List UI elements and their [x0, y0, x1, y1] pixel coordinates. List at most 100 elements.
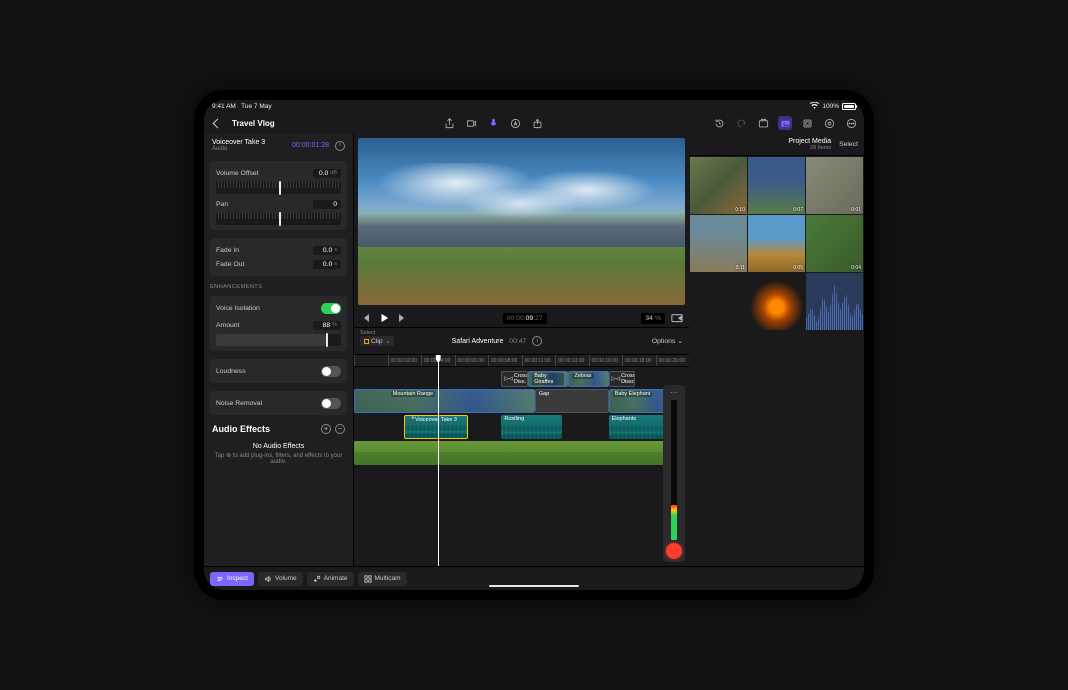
gap-clip[interactable]: Gap — [535, 389, 609, 413]
media-thumbnail[interactable]: 0:01 — [806, 157, 863, 214]
volume-slider[interactable] — [216, 182, 341, 194]
media-thumbnail[interactable] — [690, 273, 747, 330]
history-icon[interactable] — [712, 116, 726, 130]
add-effect-button[interactable]: + — [321, 424, 331, 434]
wifi-icon — [810, 102, 819, 111]
viewer-canvas[interactable] — [358, 138, 685, 305]
media-browser: Project Media 28 Items Select 0:10 0:07 … — [689, 134, 864, 566]
transport-bar: 00:00:09:27 34% — [354, 309, 689, 327]
redo-icon[interactable] — [734, 116, 748, 130]
media-thumbnail[interactable]: 0:05 — [748, 215, 805, 272]
audio-effects-header: Audio Effects + − — [204, 419, 353, 439]
media-browser-icon[interactable] — [778, 116, 792, 130]
video-clip[interactable]: Baby Giraffes — [528, 371, 568, 387]
amount-field[interactable]: 88% — [313, 321, 341, 330]
playhead[interactable] — [438, 355, 439, 566]
loudness-toggle[interactable] — [321, 366, 341, 377]
music-clip[interactable] — [354, 441, 682, 465]
transition-clip[interactable]: ▷◁Cross Dissol… — [609, 371, 636, 387]
record-panel-more-icon[interactable]: ⋯ — [670, 388, 678, 397]
video-clip[interactable]: Mountain Range — [354, 389, 535, 413]
timeline-info-icon[interactable]: i — [532, 336, 542, 346]
pan-slider[interactable] — [216, 213, 341, 225]
amount-label: Amount — [216, 322, 313, 329]
battery-pct: 100% — [822, 103, 839, 110]
timecode-display[interactable]: 00:00:09:27 — [503, 313, 547, 324]
remove-effect-button[interactable]: − — [335, 424, 345, 434]
pan-label: Pan — [216, 201, 313, 208]
content-library-icon[interactable] — [800, 116, 814, 130]
volume-offset-field[interactable]: 0.0 dB — [313, 169, 341, 178]
project-title: Travel Vlog — [232, 119, 275, 128]
prev-frame-button[interactable] — [360, 312, 372, 324]
audio-clip[interactable]: Rustling — [501, 415, 561, 439]
inspect-tab[interactable]: Inspect — [210, 572, 254, 586]
more-icon[interactable] — [844, 116, 858, 130]
soundtracks-icon[interactable] — [822, 116, 836, 130]
clip-tag[interactable]: Clip ⌄ — [360, 336, 394, 346]
multicam-tab[interactable]: Multicam — [358, 572, 407, 586]
clip-type: Audio — [212, 146, 265, 152]
timeline-ruler[interactable]: 00:00:02:0000:00:04:0000:00:06:0000:00:0… — [354, 355, 689, 367]
info-icon[interactable]: i — [335, 141, 345, 151]
fade-in-field[interactable]: 0.0s — [313, 246, 341, 255]
home-indicator[interactable] — [489, 585, 579, 588]
zoom-field[interactable]: 34% — [641, 313, 665, 324]
volume-tab[interactable]: Volume — [258, 572, 303, 586]
video-clip[interactable]: Zebras — [568, 371, 608, 387]
inspector-header: Voiceover Take 3 Audio 00:00:01:28 i — [204, 134, 353, 157]
export-icon[interactable] — [530, 116, 544, 130]
back-button[interactable] — [210, 116, 224, 130]
pan-field[interactable]: 0 — [313, 200, 341, 209]
media-thumbnail[interactable]: 0:10 — [690, 157, 747, 214]
track-voiceover[interactable]: 🎤Voiceover Take 3 Rustling Elephants — [354, 415, 689, 439]
media-thumbnail[interactable]: 0:11 — [690, 215, 747, 272]
clip-icon — [364, 339, 369, 344]
noise-removal-toggle[interactable] — [321, 398, 341, 409]
fade-section: Fade In 0.0s Fade Out 0.0s — [210, 238, 347, 276]
volume-offset-label: Volume Offset — [216, 170, 313, 177]
track-music[interactable] — [354, 441, 689, 465]
track-primary[interactable]: Mountain Range Gap Baby Elephant — [354, 389, 689, 413]
animate-tab[interactable]: Animate — [307, 572, 354, 586]
voice-isolation-toggle[interactable] — [321, 303, 341, 314]
camera-import-icon[interactable] — [464, 116, 478, 130]
no-effects-sub: Tap ⊕ to add plug-ins, filters, and effe… — [208, 452, 349, 465]
loudness-section: Loudness — [210, 359, 347, 383]
amount-slider[interactable] — [216, 334, 341, 346]
audio-effects-empty: No Audio Effects Tap ⊕ to add plug-ins, … — [204, 439, 353, 469]
battery-icon — [842, 103, 856, 110]
next-frame-button[interactable] — [396, 312, 408, 324]
voiceover-clip-selected[interactable]: 🎤Voiceover Take 3 — [404, 415, 468, 439]
browser-title: Project Media — [703, 138, 831, 145]
fade-in-label: Fade In — [216, 247, 313, 254]
viewer-options-icon[interactable] — [671, 312, 683, 324]
fade-out-field[interactable]: 0.0s — [313, 260, 341, 269]
inspector-panel: Voiceover Take 3 Audio 00:00:01:28 i Vol… — [204, 134, 354, 566]
fade-out-label: Fade Out — [216, 261, 313, 268]
options-button[interactable]: Options⌄ — [652, 337, 683, 345]
timeline[interactable]: 00:00:02:0000:00:04:0000:00:06:0000:00:0… — [354, 355, 689, 566]
timeline-project-name: Safari Adventure — [452, 338, 504, 345]
status-date: Tue 7 May — [241, 103, 271, 110]
loudness-label: Loudness — [216, 368, 321, 375]
track-connected-top[interactable]: ▷◁Cross Diss… Baby Giraffes Zebras ▷◁Cro… — [354, 371, 689, 387]
record-button[interactable] — [666, 543, 682, 559]
audio-effects-title: Audio Effects — [212, 424, 317, 434]
media-thumbnail[interactable] — [806, 273, 863, 330]
browser-grid: 0:10 0:07 0:01 0:11 0:05 0:04 — [689, 156, 864, 566]
voiceover-icon[interactable] — [486, 116, 500, 130]
transition-clip[interactable]: ▷◁Cross Diss… — [501, 371, 528, 387]
library-icon[interactable] — [756, 116, 770, 130]
device-bezel: 9:41 AM Tue 7 May 100% Travel Vlog Voice… — [194, 90, 874, 600]
text-tool-icon[interactable] — [508, 116, 522, 130]
media-thumbnail[interactable]: 0:04 — [806, 215, 863, 272]
play-button[interactable] — [378, 312, 390, 324]
clip-timecode: 00:00:01:28 — [292, 142, 329, 149]
media-thumbnail[interactable]: 0:07 — [748, 157, 805, 214]
no-effects-title: No Audio Effects — [208, 443, 349, 450]
media-thumbnail[interactable] — [748, 273, 805, 330]
browser-select-button[interactable]: Select — [839, 141, 858, 148]
share-icon[interactable] — [442, 116, 456, 130]
browser-count: 28 Items — [703, 145, 831, 151]
